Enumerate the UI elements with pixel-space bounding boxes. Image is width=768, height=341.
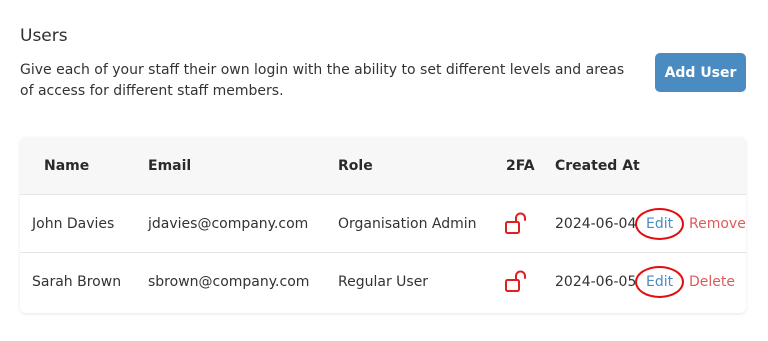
users-table: Name Email Role 2FA Created At John Davi… bbox=[20, 137, 746, 313]
table-header: Name Email Role 2FA Created At bbox=[20, 137, 746, 195]
user-name: Sarah Brown bbox=[32, 273, 122, 290]
user-email: sbrown@company.com bbox=[148, 273, 310, 290]
created-at: 2024-06-04 bbox=[555, 215, 637, 232]
remove-link[interactable]: Remove bbox=[689, 195, 746, 252]
add-user-button[interactable]: Add User bbox=[655, 53, 746, 92]
edit-link[interactable]: Edit bbox=[634, 195, 685, 252]
user-role: Regular User bbox=[338, 273, 429, 290]
page-description: Give each of your staff their own login … bbox=[20, 62, 625, 99]
edit-link-label[interactable]: Edit bbox=[634, 265, 685, 298]
delete-link-label[interactable]: Delete bbox=[689, 274, 735, 290]
created-at: 2024-06-05 bbox=[555, 273, 637, 290]
column-header-role: Role bbox=[338, 157, 373, 174]
user-role: Organisation Admin bbox=[338, 215, 477, 232]
unlocked-padlock-icon bbox=[504, 253, 528, 310]
column-header-2fa: 2FA bbox=[506, 157, 535, 174]
column-header-created-at: Created At bbox=[555, 157, 640, 174]
column-header-name: Name bbox=[44, 157, 90, 174]
unlocked-padlock-icon bbox=[504, 195, 528, 252]
remove-link-label[interactable]: Remove bbox=[689, 216, 746, 232]
user-name: John Davies bbox=[32, 215, 115, 232]
table-row: Sarah Brown sbrown@company.com Regular U… bbox=[20, 253, 746, 310]
edit-link[interactable]: Edit bbox=[634, 253, 685, 310]
user-email: jdavies@company.com bbox=[148, 215, 309, 232]
edit-link-label[interactable]: Edit bbox=[634, 207, 685, 240]
page-title: Users bbox=[20, 26, 68, 46]
column-header-email: Email bbox=[148, 157, 192, 174]
table-row: John Davies jdavies@company.com Organisa… bbox=[20, 195, 746, 253]
delete-link[interactable]: Delete bbox=[689, 253, 735, 310]
